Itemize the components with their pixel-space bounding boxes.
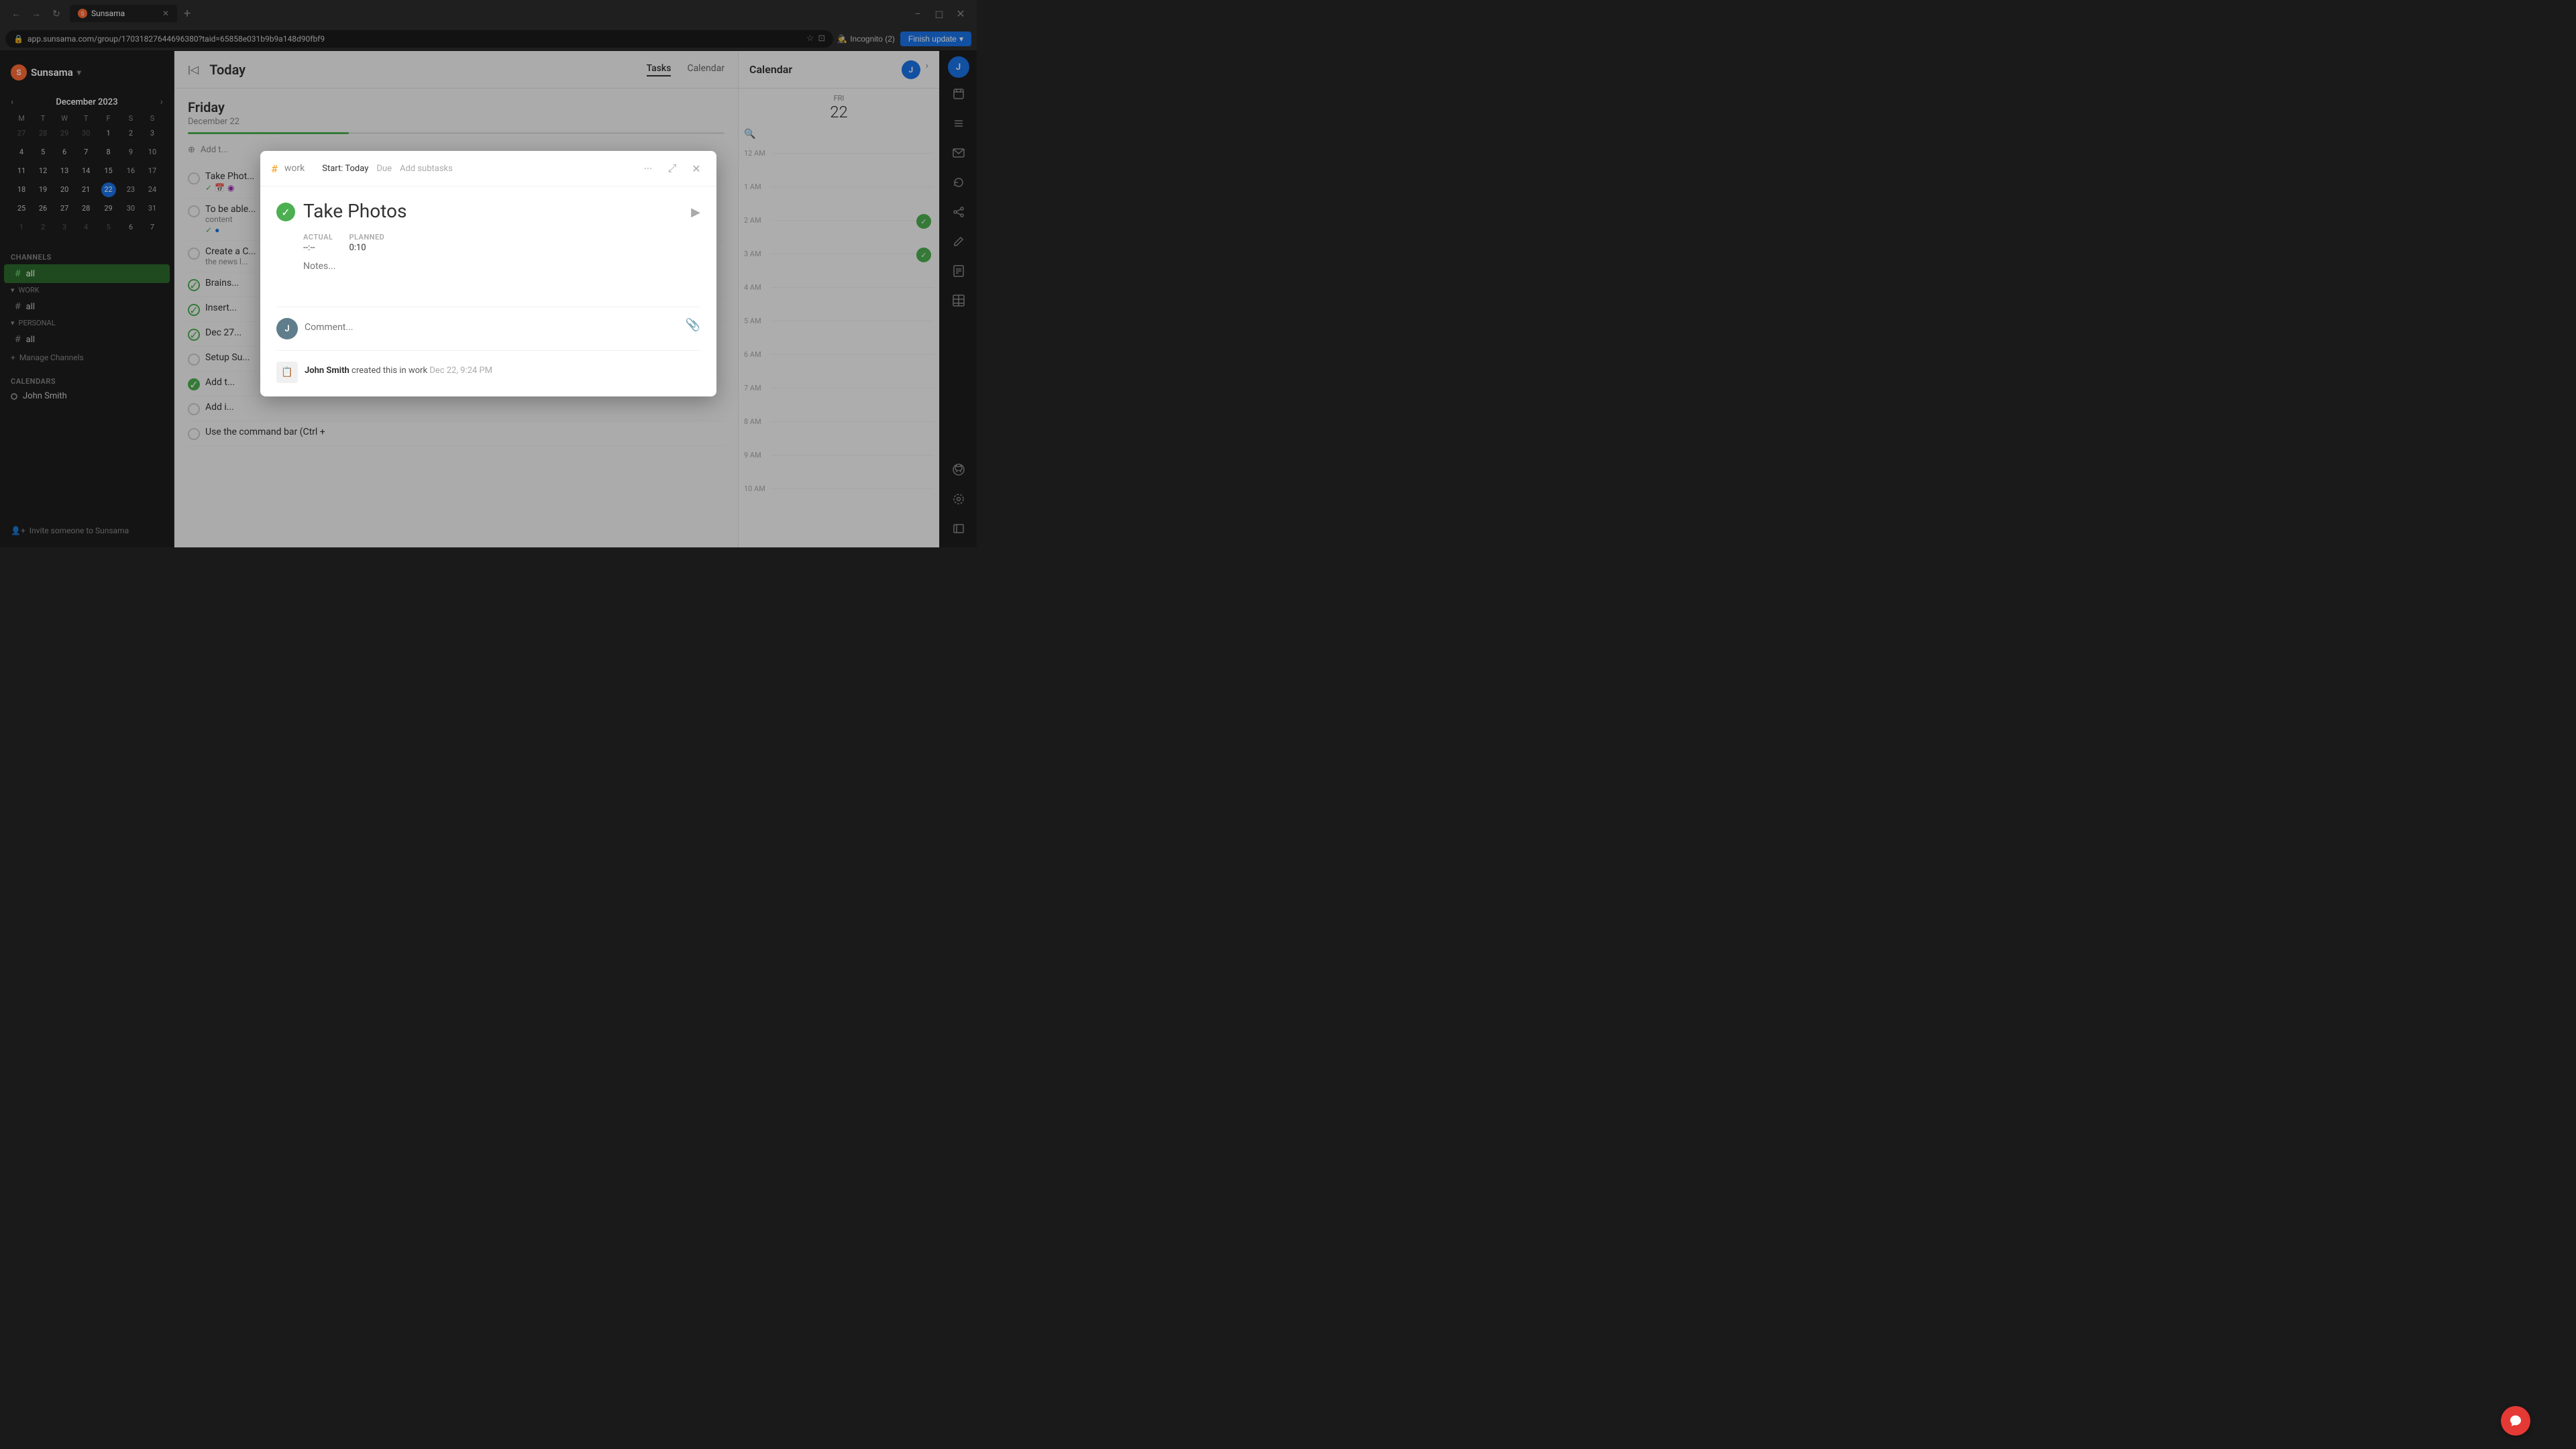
actual-label: ACTUAL bbox=[303, 233, 333, 241]
modal-channel-name[interactable]: work bbox=[284, 163, 305, 174]
modal-notes bbox=[303, 261, 700, 296]
modal-due-date[interactable]: Due bbox=[376, 164, 392, 174]
more-options-button[interactable]: ··· bbox=[639, 159, 657, 178]
activity-author: John Smith bbox=[305, 366, 350, 376]
planned-value: 0:10 bbox=[349, 243, 384, 253]
start-value: Today bbox=[345, 164, 368, 174]
modal-comment-row: J 📎 bbox=[276, 318, 700, 339]
modal-overlay[interactable]: # work Start: Today Due Add subtasks ···… bbox=[0, 0, 977, 547]
play-timer-button[interactable]: ▶ bbox=[691, 205, 700, 219]
chat-support-button[interactable] bbox=[2501, 1406, 2530, 1436]
activity-timestamp: Dec 22, 9:24 PM bbox=[429, 366, 492, 376]
actual-time-col: ACTUAL --:-- bbox=[303, 233, 333, 253]
planned-time-col: PLANNED 0:10 bbox=[349, 233, 384, 253]
modal-start-date[interactable]: Start: Today bbox=[322, 164, 368, 174]
notes-input[interactable] bbox=[303, 261, 700, 293]
modal-header: # work Start: Today Due Add subtasks ···… bbox=[260, 151, 716, 186]
modal-activity: 📋 John Smith created this in work Dec 22… bbox=[276, 362, 700, 383]
close-modal-button[interactable]: ✕ bbox=[687, 159, 706, 178]
actual-value: --:-- bbox=[303, 243, 333, 253]
modal-divider-2 bbox=[276, 350, 700, 351]
activity-text: John Smith created this in work Dec 22, … bbox=[305, 362, 492, 376]
channel-hash-icon: # bbox=[271, 162, 278, 175]
modal-title-row: ✓ Take Photos ▶ bbox=[276, 200, 700, 222]
modal-meta: Start: Today Due Add subtasks bbox=[322, 164, 453, 174]
modal-task-title[interactable]: Take Photos bbox=[303, 200, 683, 222]
task-complete-button[interactable]: ✓ bbox=[276, 203, 295, 221]
planned-label: PLANNED bbox=[349, 233, 384, 241]
attach-button[interactable]: 📎 bbox=[686, 318, 700, 332]
modal-header-icons: ··· ⤢ ✕ bbox=[639, 159, 706, 178]
modal-add-subtasks-button[interactable]: Add subtasks bbox=[400, 164, 453, 174]
start-label: Start: bbox=[322, 164, 343, 174]
activity-icon: 📋 bbox=[276, 362, 298, 383]
comment-avatar: J bbox=[276, 318, 298, 339]
comment-input[interactable] bbox=[305, 318, 679, 337]
expand-button[interactable]: ⤢ bbox=[663, 159, 682, 178]
activity-action: created this in work bbox=[352, 366, 429, 376]
modal-time-section: ACTUAL --:-- PLANNED 0:10 bbox=[303, 233, 700, 253]
modal-body: ✓ Take Photos ▶ ACTUAL --:-- PLANNED 0:1… bbox=[260, 186, 716, 396]
task-modal: # work Start: Today Due Add subtasks ···… bbox=[260, 151, 716, 396]
